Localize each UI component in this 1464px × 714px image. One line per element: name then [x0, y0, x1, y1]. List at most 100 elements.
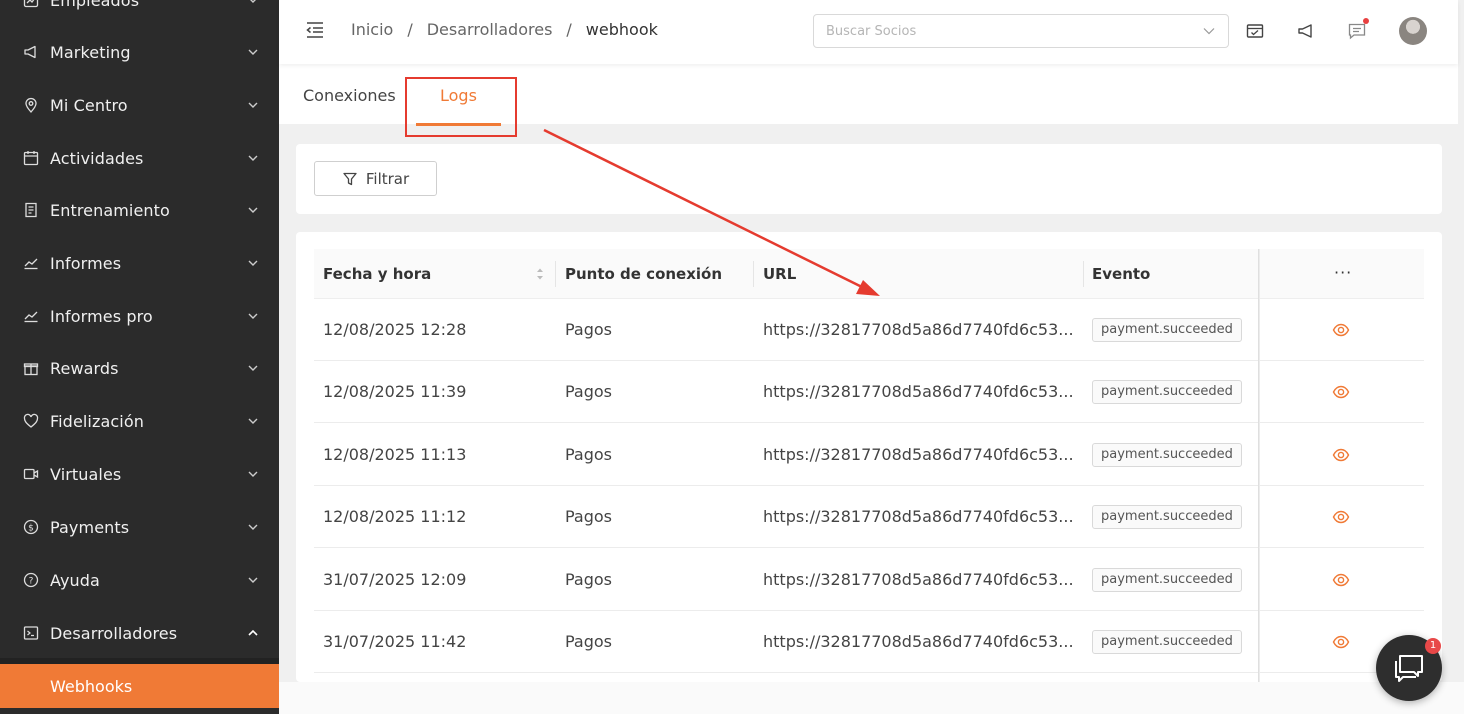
active-tab-indicator: [416, 123, 501, 126]
chevron-down-icon: [248, 102, 258, 108]
line-chart-icon: [22, 254, 40, 272]
sidebar-item-virtuales[interactable]: Virtuales: [0, 448, 279, 500]
chat-unread-badge: 1: [1425, 638, 1441, 654]
sidebar-item-label: Fidelización: [50, 411, 144, 431]
cell-date: 12/08/2025 12:28: [323, 320, 467, 339]
svg-text:$: $: [28, 524, 34, 534]
chevron-up-icon: [248, 629, 258, 636]
chevron-down-icon: [248, 365, 258, 371]
breadcrumb: Inicio / Desarrolladores / webhook: [351, 20, 658, 39]
gift-icon: [22, 359, 40, 377]
sidebar-item-label: Rewards: [50, 358, 119, 378]
cell-point: Pagos: [565, 632, 613, 651]
eye-icon[interactable]: [1332, 383, 1350, 401]
cell-point: Pagos: [565, 570, 613, 589]
tab-conexiones[interactable]: Conexiones: [303, 86, 396, 105]
sidebar-subitem-webhooks[interactable]: Webhooks: [0, 664, 279, 708]
chevron-down-icon: [248, 471, 258, 477]
sidebar-item-label: Virtuales: [50, 464, 122, 484]
column-header-evento: Evento: [1092, 265, 1151, 283]
event-tag: payment.succeeded: [1092, 443, 1242, 467]
breadcrumb-desarrolladores[interactable]: Desarrolladores: [427, 20, 553, 39]
column-divider: [555, 261, 556, 287]
chevron-down-icon: [250, 0, 256, 3]
chevron-down-icon: [248, 260, 258, 266]
sidebar-item-label: Ayuda: [50, 570, 100, 590]
video-icon: [22, 465, 40, 483]
dollar-icon: $: [22, 518, 40, 536]
cell-point: Pagos: [565, 382, 613, 401]
cell-url: https://32817708d5a86d7740fd6c53...: [763, 570, 1074, 589]
cell-date: 12/08/2025 11:39: [323, 382, 467, 401]
location-pin-icon: [22, 96, 40, 114]
cell-date: 31/07/2025 12:09: [323, 570, 467, 589]
sidebar-item-marketing[interactable]: Marketing: [0, 26, 279, 78]
search-select[interactable]: [813, 14, 1229, 48]
calendar-icon: [22, 149, 40, 167]
bottom-strip: [279, 682, 1464, 714]
sidebar-item-ayuda[interactable]: ? Ayuda: [0, 554, 279, 606]
cell-date: 12/08/2025 11:12: [323, 507, 467, 526]
column-divider: [1083, 261, 1084, 287]
chart-icon: [22, 0, 40, 9]
event-tag: payment.succeeded: [1092, 568, 1242, 592]
breadcrumb-inicio[interactable]: Inicio: [351, 20, 393, 39]
document-icon: [22, 201, 40, 219]
sort-icon[interactable]: [536, 266, 544, 282]
sidebar-item-label: Actividades: [50, 148, 144, 168]
logs-table: Fecha y hora Punto de conexión URL Event…: [296, 232, 1442, 682]
sidebar-item-informes-pro[interactable]: Informes pro: [0, 290, 279, 342]
eye-icon[interactable]: [1332, 446, 1350, 464]
megaphone-icon[interactable]: [1296, 21, 1316, 41]
tabs-bar: Conexiones Logs: [279, 64, 1458, 126]
eye-icon[interactable]: [1332, 321, 1350, 339]
event-tag: payment.succeeded: [1092, 630, 1242, 654]
cell-point: Pagos: [565, 445, 613, 464]
calendar-check-icon[interactable]: [1245, 21, 1265, 41]
sidebar-item-informes[interactable]: Informes: [0, 237, 279, 289]
sidebar-item-empleados[interactable]: Empleados: [0, 0, 279, 26]
sidebar-item-label: Payments: [50, 517, 130, 537]
column-header-fecha[interactable]: Fecha y hora: [323, 265, 431, 283]
chevron-down-icon: [248, 49, 258, 55]
more-options-icon[interactable]: ···: [1334, 263, 1352, 282]
filter-card: Filtrar: [296, 144, 1442, 214]
avatar[interactable]: [1399, 17, 1427, 45]
cell-point: Pagos: [565, 507, 613, 526]
message-icon[interactable]: [1347, 21, 1367, 41]
top-header: Inicio / Desarrolladores / webhook: [279, 0, 1458, 64]
sidebar-item-entrenamiento[interactable]: Entrenamiento: [0, 184, 279, 236]
chevron-down-icon: [248, 577, 258, 583]
event-tag: payment.succeeded: [1092, 318, 1242, 342]
sidebar-item-fidelizacion[interactable]: Fidelización: [0, 395, 279, 447]
heart-icon: [22, 412, 40, 430]
cell-url: https://32817708d5a86d7740fd6c53...: [763, 382, 1074, 401]
sidebar: Empleados Marketing Mi Centro Actividade…: [0, 0, 279, 714]
cell-url: https://32817708d5a86d7740fd6c53...: [763, 507, 1074, 526]
event-tag: payment.succeeded: [1092, 505, 1242, 529]
sidebar-item-label: Empleados: [50, 0, 140, 10]
sidebar-subitem-label: Webhooks: [50, 676, 133, 696]
tab-logs[interactable]: Logs: [440, 86, 477, 105]
sidebar-item-payments[interactable]: $ Payments: [0, 501, 279, 553]
search-input[interactable]: [814, 15, 1184, 47]
chevron-down-icon: [248, 524, 258, 530]
cell-url: https://32817708d5a86d7740fd6c53...: [763, 445, 1074, 464]
menu-fold-icon[interactable]: [305, 20, 325, 40]
sidebar-item-mi-centro[interactable]: Mi Centro: [0, 79, 279, 131]
sidebar-item-label: Desarrolladores: [50, 623, 178, 643]
breadcrumb-separator: /: [407, 20, 413, 39]
svg-text:?: ?: [29, 577, 34, 587]
cell-date: 12/08/2025 11:13: [323, 445, 467, 464]
eye-icon[interactable]: [1332, 508, 1350, 526]
notification-dot: [1363, 18, 1369, 24]
eye-icon[interactable]: [1332, 633, 1350, 651]
chevron-down-icon: [248, 207, 258, 213]
eye-icon[interactable]: [1332, 571, 1350, 589]
sidebar-item-rewards[interactable]: Rewards: [0, 342, 279, 394]
line-chart-icon: [22, 307, 40, 325]
filter-button[interactable]: Filtrar: [314, 161, 437, 196]
sidebar-item-actividades[interactable]: Actividades: [0, 132, 279, 184]
column-header-punto: Punto de conexión: [565, 265, 723, 283]
sidebar-item-desarrolladores[interactable]: Desarrolladores: [0, 607, 279, 659]
